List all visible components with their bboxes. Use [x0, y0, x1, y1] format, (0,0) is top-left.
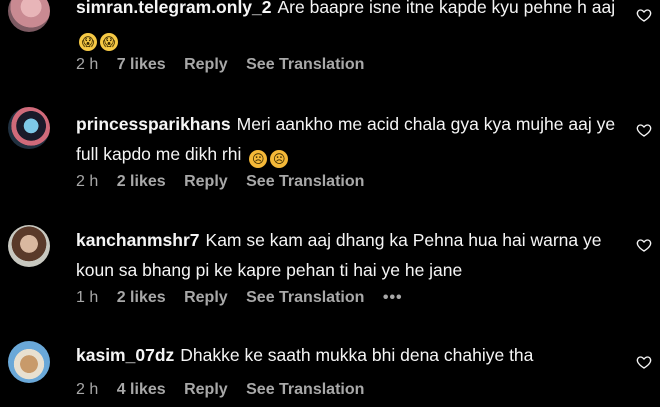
comment-body: Are baapre isne itne kapde kyu pehne h a…	[277, 0, 616, 17]
reply-button[interactable]: Reply	[184, 381, 228, 398]
heart-icon[interactable]	[636, 7, 652, 23]
comment-likes[interactable]: 2 likes	[117, 289, 166, 306]
reply-button[interactable]: Reply	[184, 173, 228, 190]
avatar[interactable]	[8, 107, 50, 149]
comment-body: Dhakke ke saath mukka bhi dena chahiye t…	[180, 345, 534, 365]
comment-time: 1 h	[76, 289, 99, 306]
comment-username[interactable]: kasim_07dz	[76, 345, 174, 365]
comment-username[interactable]: kanchanmshr7	[76, 230, 200, 250]
heart-icon[interactable]	[636, 237, 652, 253]
avatar[interactable]	[8, 341, 50, 383]
comment-meta: 2 h 4 likes Reply See Translation	[76, 381, 378, 401]
comment-meta: 1 h 2 likes Reply See Translation •••	[76, 289, 417, 309]
scream-emoji-icon: 😱	[79, 33, 97, 51]
avatar[interactable]	[8, 225, 50, 267]
comment-username[interactable]: princessparikhans	[76, 114, 231, 134]
comment-likes[interactable]: 2 likes	[117, 173, 166, 190]
more-options-icon[interactable]: •••	[383, 289, 403, 306]
avatar[interactable]	[8, 0, 50, 32]
sad-face-emoji-icon: ☹	[270, 150, 289, 168]
comment-likes[interactable]: 4 likes	[117, 381, 166, 398]
scream-emoji-icon: 😱	[100, 33, 118, 51]
comment-time: 2 h	[76, 56, 99, 73]
heart-icon[interactable]	[636, 122, 652, 138]
sad-face-emoji-icon: ☹	[249, 150, 268, 168]
heart-icon[interactable]	[636, 354, 652, 370]
comment-meta: 2 h 2 likes Reply See Translation	[76, 173, 378, 193]
see-translation-button[interactable]: See Translation	[246, 381, 364, 398]
comment-text-block: princessparikhans Meri aankho me acid cha…	[76, 109, 621, 169]
see-translation-button[interactable]: See Translation	[246, 56, 364, 73]
see-translation-button[interactable]: See Translation	[246, 289, 364, 306]
comment-time: 2 h	[76, 381, 99, 398]
reply-button[interactable]: Reply	[184, 289, 228, 306]
reply-button[interactable]: Reply	[184, 56, 228, 73]
comment-text-block: kasim_07dz Dhakke ke saath mukka bhi dena…	[76, 340, 621, 370]
comment-meta: 2 h 7 likes Reply See Translation	[76, 56, 378, 76]
see-translation-button[interactable]: See Translation	[246, 173, 364, 190]
comment-time: 2 h	[76, 173, 99, 190]
comment-text-block: simran.telegram.only_2 Are baapre isne it…	[76, 0, 621, 52]
comment-username[interactable]: simran.telegram.only_2	[76, 0, 272, 17]
comment-text-block: kanchanmshr7 Kam se kam aaj dhang ka Pehn…	[76, 225, 621, 285]
comment-likes[interactable]: 7 likes	[117, 56, 166, 73]
